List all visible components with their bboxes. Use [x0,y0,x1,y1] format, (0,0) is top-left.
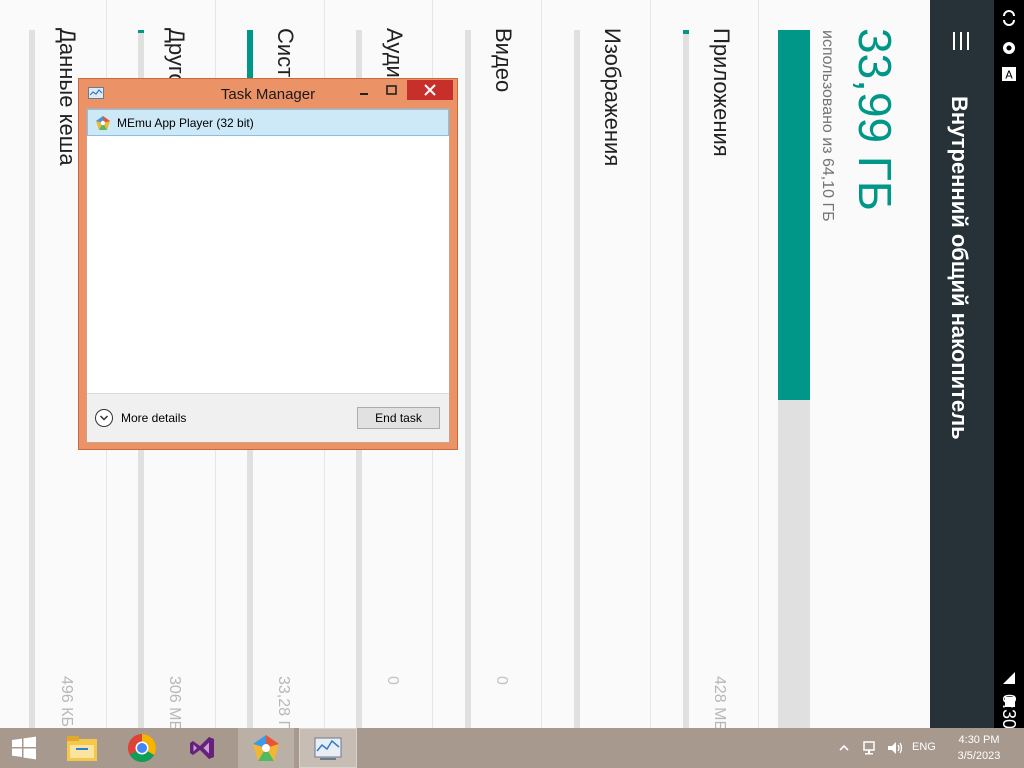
task-manager-taskbar-button[interactable] [299,728,357,768]
chevron-down-icon [95,409,113,427]
hamburger-icon[interactable] [951,32,973,54]
task-manager-titlebar[interactable]: Task Manager [79,79,457,107]
category-apps-size-text: 428 МБ [711,676,728,728]
other-usage-fill [138,30,144,33]
tray-date: 3/5/2023 [957,750,1001,762]
apps-usage-bar [683,30,689,728]
windows-taskbar: ENG 4:30 PM 3/5/2023 [0,728,1024,768]
category-system-size-text: 33,28 ГБ [275,676,292,728]
task-manager-body: MEmu App Player (32 bit) More details En… [86,108,450,443]
category-audio-size: 0 [383,676,407,728]
section-divider [541,0,542,728]
video-usage-bar [465,30,471,728]
end-task-button[interactable]: End task [357,407,440,429]
category-apps-size: 428 МБ [710,676,734,728]
storage-capacity-label: использовано из 64,10 ГБ [819,30,836,222]
minimize-icon[interactable] [351,80,377,100]
category-images[interactable]: Изображения [599,28,639,328]
sync-icon [1003,10,1015,26]
cache-usage-bar [29,30,35,728]
keyboard-a-icon: A [1002,67,1016,82]
signal-icon [1003,672,1015,684]
category-apps[interactable]: Приложения [708,28,748,328]
file-explorer-icon[interactable] [56,728,108,768]
status-bar-clock-text: 0:30 [999,694,1019,728]
category-other-size: 306 МБ [165,676,189,728]
category-cache-label: Данные кеша [55,28,80,166]
storage-used-value: 33,99 ГБ [848,28,901,211]
visual-studio-icon[interactable] [176,728,228,768]
category-other-size-text: 306 МБ [166,676,183,728]
screen: Приложения 428 МБ Изображения Видео 0 Ау… [0,0,1024,768]
process-row[interactable]: MEmu App Player (32 bit) [87,109,449,136]
total-usage-bar [778,30,810,728]
task-manager-window[interactable]: Task Manager MEmu App Player (32 bit) Mo… [78,78,458,450]
category-video[interactable]: Видео [490,28,530,328]
process-name: MEmu App Player (32 bit) [117,116,254,130]
toolbar-title: Внутренний общий накопитель [946,96,978,496]
android-status-bar [994,0,1024,728]
maximize-icon[interactable] [378,80,405,100]
memu-icon [96,116,110,130]
tray-clock[interactable]: 4:30 PM 3/5/2023 [948,732,1010,766]
category-video-size: 0 [492,676,516,728]
svg-text:A: A [1005,69,1013,82]
tray-time: 4:30 PM [958,734,1000,746]
memu-taskbar-button[interactable] [238,728,294,768]
category-apps-label: Приложения [709,28,734,157]
chevron-up-icon[interactable] [838,742,850,754]
process-list[interactable]: MEmu App Player (32 bit) [87,109,449,393]
more-details-label: More details [121,411,187,425]
category-cache-size-text: 496 КБ [58,676,75,727]
task-manager-icon [314,737,342,760]
chrome-icon[interactable] [116,728,168,768]
section-divider [650,0,651,728]
images-usage-bar [574,30,580,728]
category-video-size-text: 0 [493,676,510,685]
category-cache-size: 496 КБ [57,676,81,728]
category-video-label: Видео [491,28,516,93]
memu-icon [253,735,279,761]
section-divider [758,0,759,728]
task-manager-footer: More details End task [87,393,449,442]
storage-used-label: 33,99 ГБ [849,28,901,211]
total-usage-fill [778,30,810,400]
status-bar-clock: 0:30 [998,694,1022,728]
volume-icon[interactable] [886,739,904,757]
language-indicator[interactable]: ENG [912,741,936,753]
network-icon[interactable] [862,739,880,757]
toolbar-title-text: Внутренний общий накопитель [947,96,972,440]
apps-usage-fill [683,30,689,34]
category-system-size: 33,28 ГБ [274,676,298,728]
windows-start-icon[interactable] [0,728,48,768]
close-icon[interactable] [407,80,453,100]
storage-capacity-text: использовано из 64,10 ГБ [818,30,842,280]
category-images-label: Изображения [600,28,625,167]
settings-icon [1003,42,1015,54]
category-audio-size-text: 0 [384,676,401,685]
